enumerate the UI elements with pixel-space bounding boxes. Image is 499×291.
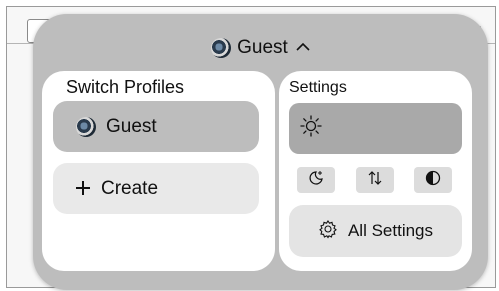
- plus-icon: [75, 177, 91, 201]
- all-settings-button[interactable]: All Settings: [289, 205, 462, 257]
- sun-icon: [299, 114, 323, 143]
- chevron-up-icon: [296, 39, 310, 57]
- night-mode-icon: [307, 169, 325, 192]
- current-profile-name: Guest: [237, 37, 288, 58]
- avatar-icon: [211, 38, 232, 58]
- all-settings-label: All Settings: [347, 221, 434, 240]
- screen: A Guest Switch Profiles Guest: [0, 0, 499, 291]
- sort-button[interactable]: [355, 167, 394, 193]
- create-profile-button[interactable]: Create: [53, 163, 259, 214]
- sort-arrows-icon: [366, 169, 384, 192]
- switch-profiles-panel: Switch Profiles Guest Create: [42, 71, 275, 271]
- profile-item-guest[interactable]: Guest: [53, 101, 259, 152]
- brightness-slider[interactable]: [289, 103, 462, 154]
- night-mode-button[interactable]: [297, 167, 335, 193]
- switch-profiles-title: Switch Profiles: [66, 77, 185, 97]
- profile-popup: Guest Switch Profiles Guest Create Setti…: [33, 14, 488, 290]
- settings-panel: Settings All Settings: [279, 71, 472, 271]
- settings-title: Settings: [289, 79, 347, 96]
- contrast-icon: [425, 170, 441, 191]
- profile-header[interactable]: Guest: [33, 36, 488, 60]
- profile-item-label: Guest: [106, 115, 157, 137]
- avatar-icon: [76, 116, 96, 137]
- quick-settings-row: [297, 167, 452, 193]
- contrast-button[interactable]: [414, 167, 452, 193]
- gear-icon: [318, 219, 338, 244]
- create-profile-label: Create: [101, 177, 159, 199]
